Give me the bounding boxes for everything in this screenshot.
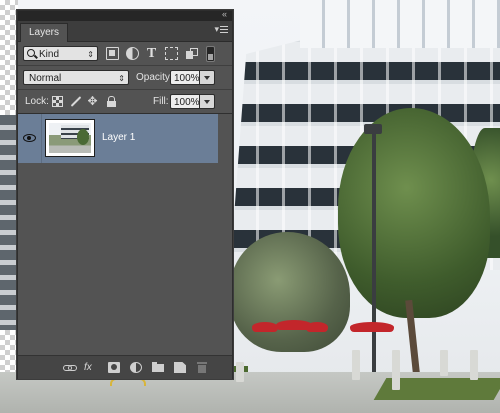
opacity-input[interactable]: 100%	[170, 70, 200, 85]
yellow-bike-rack	[110, 378, 146, 386]
shape-layer-filter-icon[interactable]	[165, 47, 178, 60]
layer-thumbnail[interactable]	[45, 119, 95, 157]
blend-mode-dropdown[interactable]: Normal ⇕	[23, 70, 129, 85]
adjustment-layer-filter-icon[interactable]	[126, 47, 139, 60]
updown-arrow-icon: ⇕	[118, 74, 125, 83]
bollard	[352, 350, 360, 380]
link-layers-icon[interactable]	[63, 362, 77, 373]
opacity-dropdown-arrow-icon[interactable]	[200, 70, 215, 85]
new-adjustment-layer-icon[interactable]	[130, 362, 142, 373]
lock-transparent-pixels-icon[interactable]	[52, 96, 63, 107]
bollard	[440, 350, 448, 376]
fill-label: Fill:	[153, 96, 169, 107]
new-group-icon[interactable]	[152, 362, 164, 373]
red-umbrella	[350, 322, 394, 332]
lock-all-icon[interactable]	[106, 96, 117, 107]
panel-tab-bar: Layers ▾	[18, 21, 232, 42]
office-building-top	[300, 0, 500, 48]
bollard	[392, 350, 400, 390]
filter-kind-label: Kind	[39, 49, 60, 60]
pixel-layer-filter-icon[interactable]	[106, 47, 119, 60]
panel-menu-icon[interactable]: ▾	[214, 25, 228, 34]
layer-thumbnail-image	[49, 123, 91, 153]
street-lamp-pole	[372, 130, 376, 380]
lock-label: Lock:	[25, 96, 49, 107]
panel-title-strip[interactable]: «	[18, 9, 232, 21]
fill-input[interactable]: 100%	[170, 94, 200, 109]
tree-left	[230, 232, 350, 352]
blend-mode-value: Normal	[29, 73, 62, 84]
layers-panel: « Layers ▾ Kind ⇕ T Normal ⇕ Opacity: 10…	[17, 9, 233, 379]
add-mask-icon[interactable]	[108, 362, 120, 373]
layers-bottom-toolbar: fx	[18, 355, 232, 379]
layer-filter-row: Kind ⇕ T	[18, 42, 232, 66]
delete-layer-icon[interactable]	[196, 362, 208, 373]
lock-position-icon[interactable]: ✥	[87, 95, 98, 107]
red-umbrella	[252, 322, 278, 332]
new-layer-icon[interactable]	[174, 362, 186, 373]
layer-row-divider	[41, 114, 42, 163]
tree-right	[338, 108, 490, 318]
smart-object-filter-icon[interactable]	[185, 47, 198, 60]
red-umbrella	[306, 322, 328, 332]
opacity-label: Opacity:	[136, 72, 173, 83]
lock-image-pixels-icon[interactable]	[70, 96, 81, 107]
visibility-eye-icon[interactable]	[23, 131, 37, 145]
panel-menu-lines	[220, 26, 228, 34]
layer-name[interactable]: Layer 1	[102, 131, 135, 145]
type-layer-filter-icon[interactable]: T	[145, 47, 158, 61]
collapse-icon[interactable]: «	[222, 9, 227, 19]
layer-row[interactable]: Layer 1	[18, 114, 218, 163]
filter-toggle-icon[interactable]	[206, 46, 215, 62]
filter-kind-dropdown[interactable]: Kind ⇕	[23, 46, 98, 61]
bollard	[236, 362, 244, 382]
blend-row: Normal ⇕ Opacity: 100%	[18, 66, 232, 90]
panel-menu-arrow: ▾	[214, 24, 219, 34]
search-icon	[27, 49, 35, 57]
bollard	[470, 350, 478, 380]
fill-dropdown-arrow-icon[interactable]	[200, 94, 215, 109]
lock-row: Lock: ✥ Fill: 100%	[18, 90, 232, 114]
updown-arrow-icon: ⇕	[87, 50, 94, 59]
layer-style-icon[interactable]: fx	[84, 362, 98, 373]
layers-list: Layer 1	[18, 114, 232, 354]
tab-layers[interactable]: Layers	[20, 23, 69, 42]
